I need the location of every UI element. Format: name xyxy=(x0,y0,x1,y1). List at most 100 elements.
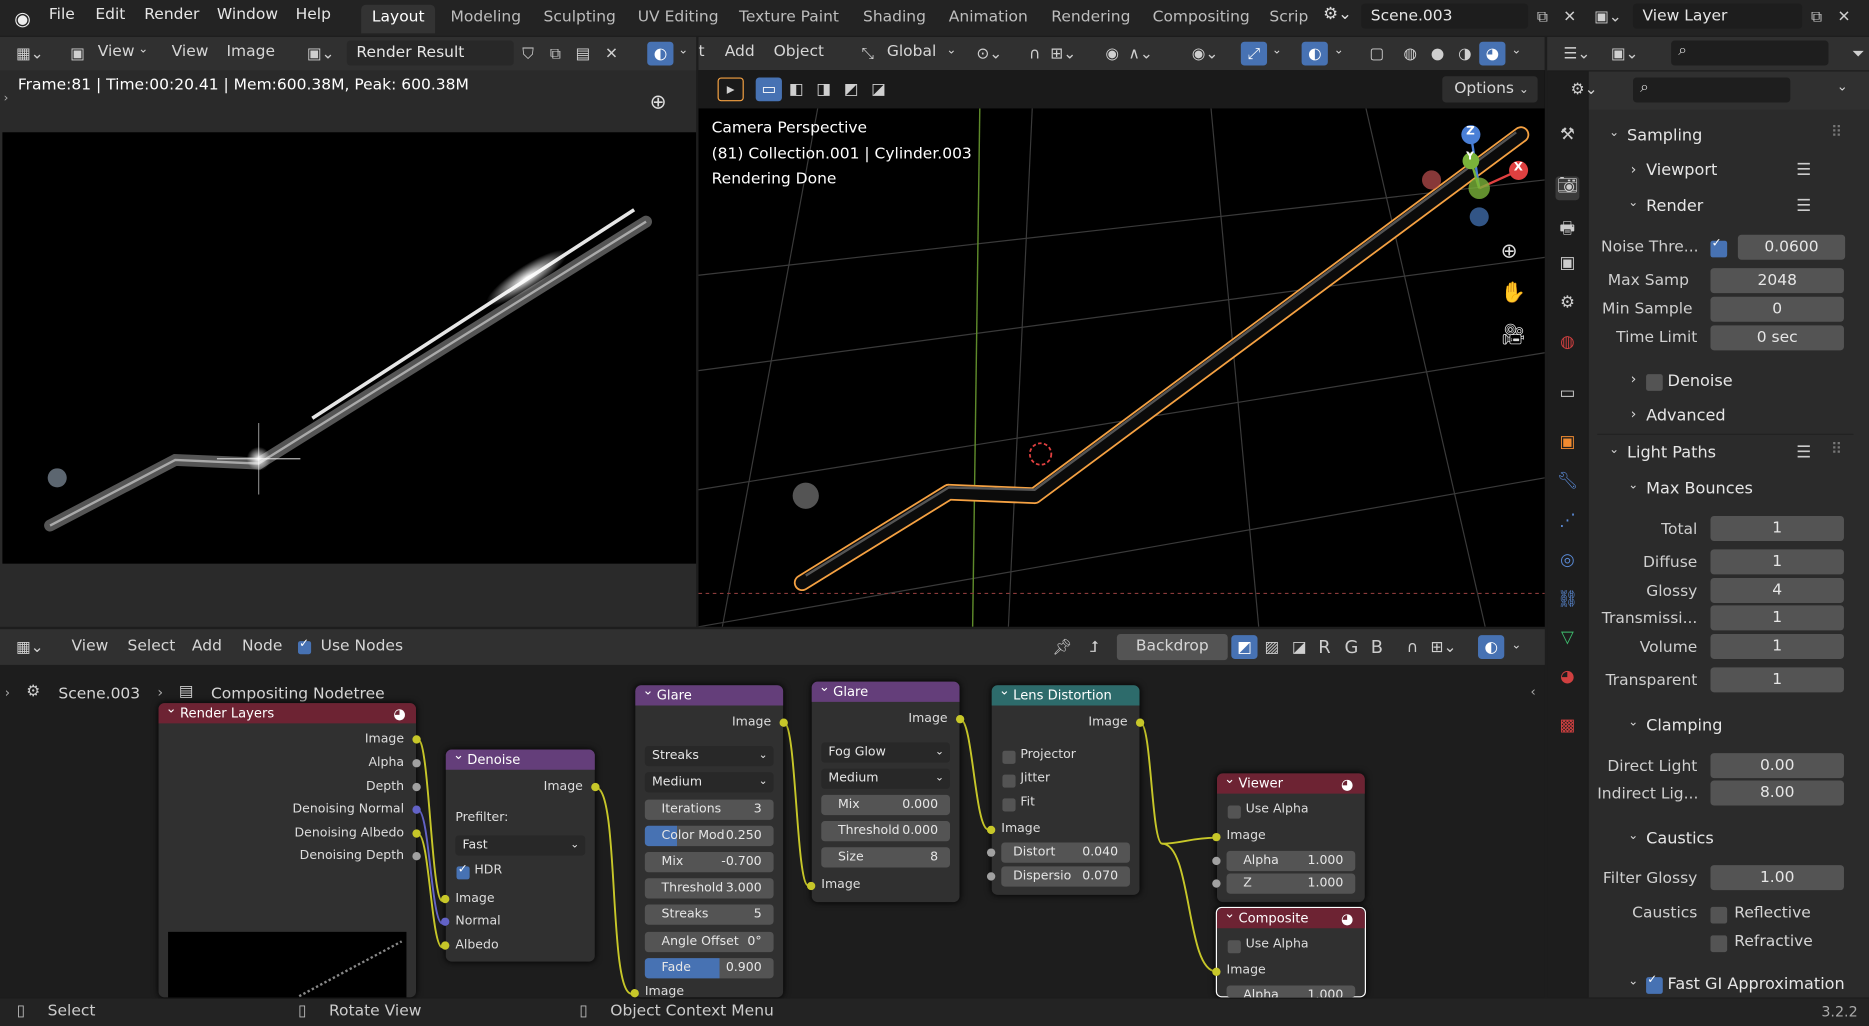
menu-render[interactable]: Render xyxy=(144,6,199,24)
glare-mix-field[interactable]: Mix 0.000 xyxy=(821,794,950,816)
rendered-shading-icon[interactable]: ◕ xyxy=(1479,41,1506,66)
fake-user-shield-icon[interactable]: ⛉ xyxy=(515,42,541,66)
physics-tab-icon[interactable]: ◎ xyxy=(1556,551,1580,575)
advanced-subpanel[interactable]: Advanced xyxy=(1646,406,1725,425)
object-tab-icon[interactable]: ▣ xyxy=(1556,433,1580,457)
distort-field[interactable]: Distort 0.040 xyxy=(1001,842,1130,863)
node-lens-distortion[interactable]: Lens Distortion Image Projector Jitter F… xyxy=(986,680,1145,895)
hdr-checkbox[interactable] xyxy=(456,862,470,879)
snap-icon[interactable]: ∩ xyxy=(1022,42,1048,66)
close-view-layer-icon[interactable]: ✕ xyxy=(1831,5,1857,29)
socket[interactable] xyxy=(412,735,421,744)
noise-threshold-field[interactable]: 0.0600 xyxy=(1737,234,1846,260)
select-subtract-icon[interactable]: ◨ xyxy=(811,77,837,101)
composite-use-alpha-checkbox[interactable] xyxy=(1227,939,1241,953)
output-tab-icon[interactable]: 🖶︎ xyxy=(1556,216,1580,240)
socket[interactable] xyxy=(806,881,816,891)
socket[interactable] xyxy=(412,829,421,838)
menu-window[interactable]: Window xyxy=(217,6,278,24)
menu-file[interactable]: File xyxy=(49,6,75,24)
dispersion-field[interactable]: Dispersio 0.070 xyxy=(1001,866,1130,887)
reflective-checkbox[interactable] xyxy=(1710,906,1728,924)
projector-checkbox[interactable] xyxy=(1002,750,1016,764)
image-browse-icon[interactable]: ▣⌄ xyxy=(307,42,335,66)
max-bounces-subpanel[interactable]: Max Bounces xyxy=(1646,479,1753,498)
socket[interactable] xyxy=(986,825,996,835)
denoise-checkbox[interactable] xyxy=(1646,373,1663,391)
sampling-panel[interactable]: Sampling xyxy=(1627,126,1702,145)
viewer-alpha-field[interactable]: Alpha 1.000 xyxy=(1226,850,1356,872)
close-scene-icon[interactable]: ✕ xyxy=(1557,5,1583,29)
socket[interactable] xyxy=(1212,832,1221,842)
world-tab-icon[interactable]: ◍ xyxy=(1556,332,1580,356)
data-tab-icon[interactable]: ▽ xyxy=(1556,628,1580,652)
jitter-checkbox[interactable] xyxy=(1002,773,1016,788)
socket[interactable] xyxy=(630,989,639,998)
fast-gi-subpanel[interactable]: Fast GI Approximation xyxy=(1668,975,1845,994)
glare-threshold-field[interactable]: Threshold 0.000 xyxy=(821,821,950,842)
socket[interactable] xyxy=(441,917,450,926)
socket[interactable] xyxy=(986,848,996,857)
denoise-subpanel[interactable]: Denoise xyxy=(1668,372,1733,391)
prefilter-dropdown[interactable]: Fast ⌄ xyxy=(455,835,586,856)
volume-bounces-field[interactable]: 1 xyxy=(1710,633,1844,659)
orientation-dropdown[interactable]: Global xyxy=(887,43,936,61)
socket[interactable] xyxy=(1212,967,1221,976)
properties-search[interactable]: ⌕ xyxy=(1632,77,1791,103)
outliner-editor-type-icon[interactable]: ☰⌄ xyxy=(1564,42,1591,66)
menu-help[interactable]: Help xyxy=(296,6,331,24)
presets-list-icon[interactable]: ☰ xyxy=(1796,161,1811,180)
image-mode-icon[interactable]: ▣ xyxy=(64,42,90,66)
time-limit-field[interactable]: 0 sec xyxy=(1710,325,1844,351)
viewer-z-field[interactable]: Z 1.000 xyxy=(1226,873,1356,894)
socket[interactable] xyxy=(412,759,421,768)
tab-layout[interactable]: Layout xyxy=(361,4,436,34)
camera-view-icon[interactable]: 🎥︎ xyxy=(1501,323,1527,347)
render-tab-icon[interactable]: 📷︎ xyxy=(1555,176,1580,201)
clamping-subpanel[interactable]: Clamping xyxy=(1646,716,1722,735)
navigation-gizmo[interactable]: Z Y X xyxy=(1414,120,1533,227)
tab-shading[interactable]: Shading xyxy=(852,5,936,34)
viewport-subpanel[interactable]: Viewport xyxy=(1646,161,1717,180)
min-samples-field[interactable]: 0 xyxy=(1710,296,1844,322)
composite-alpha-field[interactable]: Alpha 1.000 xyxy=(1226,985,1356,998)
unlink-image-icon[interactable]: ✕ xyxy=(598,42,624,66)
socket[interactable] xyxy=(591,782,600,792)
viewport-pan-hand-icon[interactable]: ✋ xyxy=(1501,281,1526,305)
gizmo-dropdown-icon[interactable]: ⌄ xyxy=(1272,44,1282,57)
fast-gi-checkbox[interactable] xyxy=(1646,973,1663,994)
menu-add[interactable]: Add xyxy=(725,43,755,61)
texture-tab-icon[interactable]: ▩ xyxy=(1556,716,1580,740)
presets-list-icon[interactable]: ☰ xyxy=(1796,443,1811,462)
properties-options-icon[interactable]: ⌄ xyxy=(1837,79,1848,94)
scene-tab-icon[interactable]: ⚙ xyxy=(1556,293,1580,317)
gizmo-icon[interactable]: ⤢ xyxy=(1240,41,1268,66)
viewport-zoom-icon[interactable]: ⊕ xyxy=(1501,240,1518,264)
blender-logo-icon[interactable]: ◉ xyxy=(14,7,38,31)
scene-field[interactable]: Scene.003 xyxy=(1361,3,1529,29)
glare-iterations-field[interactable]: Iterations 3 xyxy=(644,799,774,820)
xray-icon[interactable]: ▢ xyxy=(1364,42,1390,66)
render-subpanel[interactable]: Render xyxy=(1646,197,1703,216)
proportional-edit-icon[interactable]: ◉ xyxy=(1099,42,1125,66)
socket[interactable] xyxy=(1212,856,1221,866)
snap-target-icon[interactable]: ⊞⌄ xyxy=(1050,42,1076,66)
tab-modeling[interactable]: Modeling xyxy=(440,5,532,34)
filter-glossy-field[interactable]: 1.00 xyxy=(1710,865,1844,891)
socket[interactable] xyxy=(986,872,996,881)
material-tab-icon[interactable]: ◕ xyxy=(1556,667,1580,691)
tab-scripting[interactable]: Scrip xyxy=(1259,5,1319,34)
menu-image[interactable]: Image xyxy=(226,43,275,61)
editor-type-icon[interactable]: ▦⌄ xyxy=(16,42,44,66)
socket[interactable] xyxy=(412,805,421,814)
menu-object[interactable]: Object xyxy=(774,43,824,61)
glossy-bounces-field[interactable]: 4 xyxy=(1710,577,1844,603)
pivot-icon[interactable]: ⊙⌄ xyxy=(976,42,1002,66)
scene-icon[interactable]: ⚙⌄ xyxy=(1323,5,1352,24)
glare-fade-field[interactable]: Fade 0.900 xyxy=(644,958,774,979)
view-layer-icon[interactable]: ▣⌄ xyxy=(1594,5,1622,29)
glare-color-mod-field[interactable]: Color Mod 0.250 xyxy=(644,825,774,847)
transmission-bounces-field[interactable]: 1 xyxy=(1710,605,1844,631)
socket[interactable] xyxy=(412,852,421,861)
menu-edit[interactable]: Edit xyxy=(95,6,125,24)
